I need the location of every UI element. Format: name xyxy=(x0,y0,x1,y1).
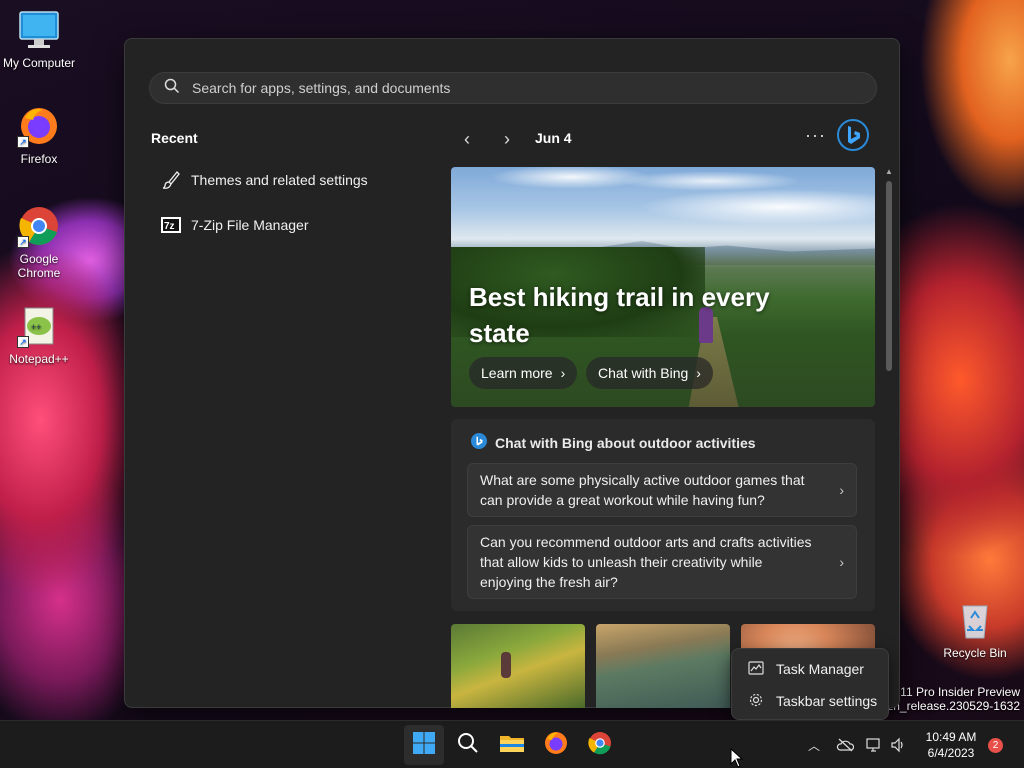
bing-icon xyxy=(471,433,487,452)
recent-item-label: 7-Zip File Manager xyxy=(191,217,309,233)
gear-icon xyxy=(748,692,764,711)
mouse-cursor-icon xyxy=(730,747,744,768)
news-thumbnail[interactable] xyxy=(451,624,585,708)
chat-suggestion-text: Can you recommend outdoor arts and craft… xyxy=(480,534,812,590)
search-icon xyxy=(457,732,479,759)
feed-date: Jun 4 xyxy=(535,130,572,146)
clock[interactable]: 10:49 AM 6/4/2023 xyxy=(918,729,984,761)
notification-badge[interactable]: 2 xyxy=(988,738,1003,753)
chat-suggestion[interactable]: Can you recommend outdoor arts and craft… xyxy=(467,525,857,599)
search-placeholder[interactable]: Search for apps, settings, and documents xyxy=(192,80,450,96)
recent-heading: Recent xyxy=(151,130,198,146)
chrome-icon: ↗ xyxy=(17,204,61,248)
firefox-icon xyxy=(543,730,569,761)
start-icon xyxy=(412,731,436,760)
network-icon[interactable] xyxy=(862,737,886,753)
hero-image-clouds xyxy=(451,167,875,247)
previous-day-button[interactable]: ‹ xyxy=(455,127,479,151)
volume-icon[interactable] xyxy=(886,737,910,753)
button-label: Chat with Bing xyxy=(598,365,689,381)
desktop-icon-my-computer[interactable]: My Computer xyxy=(1,8,77,70)
chevron-right-icon: › xyxy=(839,554,844,570)
onedrive-icon[interactable] xyxy=(828,738,862,752)
desktop-icon-label: Google Chrome xyxy=(17,252,61,280)
svg-text:++: ++ xyxy=(31,322,42,332)
ellipsis-icon: ··· xyxy=(805,125,826,145)
clock-time: 10:49 AM xyxy=(925,730,977,744)
system-tray: ︿ xyxy=(800,721,910,768)
task-manager-icon xyxy=(748,660,764,679)
search-box[interactable]: Search for apps, settings, and documents xyxy=(149,72,877,104)
desktop-icon-recycle-bin[interactable]: Recycle Bin xyxy=(937,598,1013,660)
taskbar: ︿ 10:49 AM 6/4/2023 2 xyxy=(0,720,1024,768)
scroll-up-icon[interactable]: ▲ xyxy=(885,167,893,176)
brush-icon xyxy=(151,170,191,190)
chevron-right-icon: › xyxy=(504,128,510,149)
chevron-right-icon: › xyxy=(560,365,566,381)
desktop-icon-label: Firefox xyxy=(20,152,58,166)
menu-item-taskbar-settings[interactable]: Taskbar settings xyxy=(736,685,884,717)
search-icon xyxy=(164,78,180,99)
monitor-icon xyxy=(17,8,61,52)
desktop-icon-label: Notepad++ xyxy=(9,352,69,366)
more-options-button[interactable]: ··· xyxy=(805,125,826,146)
firefox-icon: ↗ xyxy=(17,104,61,148)
chat-suggestion-text: What are some physically active outdoor … xyxy=(480,472,805,508)
desktop-icon-notepad-plus-plus[interactable]: ++ ↗ Notepad++ xyxy=(1,304,77,366)
shortcut-arrow-icon: ↗ xyxy=(17,336,29,348)
hero-card[interactable]: Best hiking trail in every state Learn m… xyxy=(451,167,875,407)
taskbar-search-button[interactable] xyxy=(448,725,488,765)
recent-item-themes[interactable]: Themes and related settings xyxy=(151,162,368,198)
desktop-icon-label: Recycle Bin xyxy=(943,646,1007,660)
show-hidden-icons-button[interactable]: ︿ xyxy=(800,737,828,754)
news-thumbnail[interactable] xyxy=(596,624,730,708)
desktop-icon-firefox[interactable]: ↗ Firefox xyxy=(1,104,77,166)
desktop-icon-google-chrome[interactable]: ↗ Google Chrome xyxy=(1,204,77,280)
recent-item-label: Themes and related settings xyxy=(191,172,368,188)
taskbar-context-menu: Task Manager Taskbar settings xyxy=(731,648,889,720)
hero-title[interactable]: Best hiking trail in every state xyxy=(469,279,809,351)
chrome-taskbar-button[interactable] xyxy=(580,725,620,765)
chevron-right-icon: › xyxy=(839,482,844,498)
firefox-taskbar-button[interactable] xyxy=(536,725,576,765)
svg-text:7z: 7z xyxy=(164,221,175,232)
recycle-bin-icon xyxy=(953,598,997,642)
chrome-icon xyxy=(587,730,613,761)
menu-item-label: Taskbar settings xyxy=(776,693,878,709)
button-label: Learn more xyxy=(481,365,553,381)
menu-item-label: Task Manager xyxy=(776,661,864,677)
start-menu: Search for apps, settings, and documents… xyxy=(124,38,900,708)
scrollbar-thumb[interactable] xyxy=(886,181,892,371)
chat-suggestion[interactable]: What are some physically active outdoor … xyxy=(467,463,857,517)
notepad-plus-plus-icon: ++ ↗ xyxy=(17,304,61,348)
bing-button[interactable] xyxy=(837,118,869,156)
7zip-icon: 7z xyxy=(151,216,191,234)
chevron-right-icon: › xyxy=(696,365,701,381)
chat-with-bing-button[interactable]: Chat with Bing › xyxy=(586,357,713,389)
file-explorer-icon xyxy=(499,732,525,759)
chevron-left-icon: ‹ xyxy=(464,128,470,149)
learn-more-button[interactable]: Learn more › xyxy=(469,357,578,389)
shortcut-arrow-icon: ↗ xyxy=(17,136,29,148)
desktop-icon-label: My Computer xyxy=(2,56,76,70)
shortcut-arrow-icon: ↗ xyxy=(17,236,29,248)
chat-card-title: Chat with Bing about outdoor activities xyxy=(471,433,756,452)
feed-scrollbar[interactable]: ▲ xyxy=(885,167,893,707)
menu-item-task-manager[interactable]: Task Manager xyxy=(736,653,884,685)
bing-chat-card: Chat with Bing about outdoor activities … xyxy=(451,419,875,611)
recent-item-7zip[interactable]: 7z 7-Zip File Manager xyxy=(151,207,309,243)
bing-icon xyxy=(837,118,869,156)
clock-date: 6/4/2023 xyxy=(927,746,975,760)
chevron-up-icon: ︿ xyxy=(807,738,820,753)
chat-card-title-text: Chat with Bing about outdoor activities xyxy=(495,434,756,451)
next-day-button[interactable]: › xyxy=(495,127,519,151)
file-explorer-button[interactable] xyxy=(492,725,532,765)
start-button[interactable] xyxy=(404,725,444,765)
thumbnail-hiker xyxy=(501,652,511,678)
